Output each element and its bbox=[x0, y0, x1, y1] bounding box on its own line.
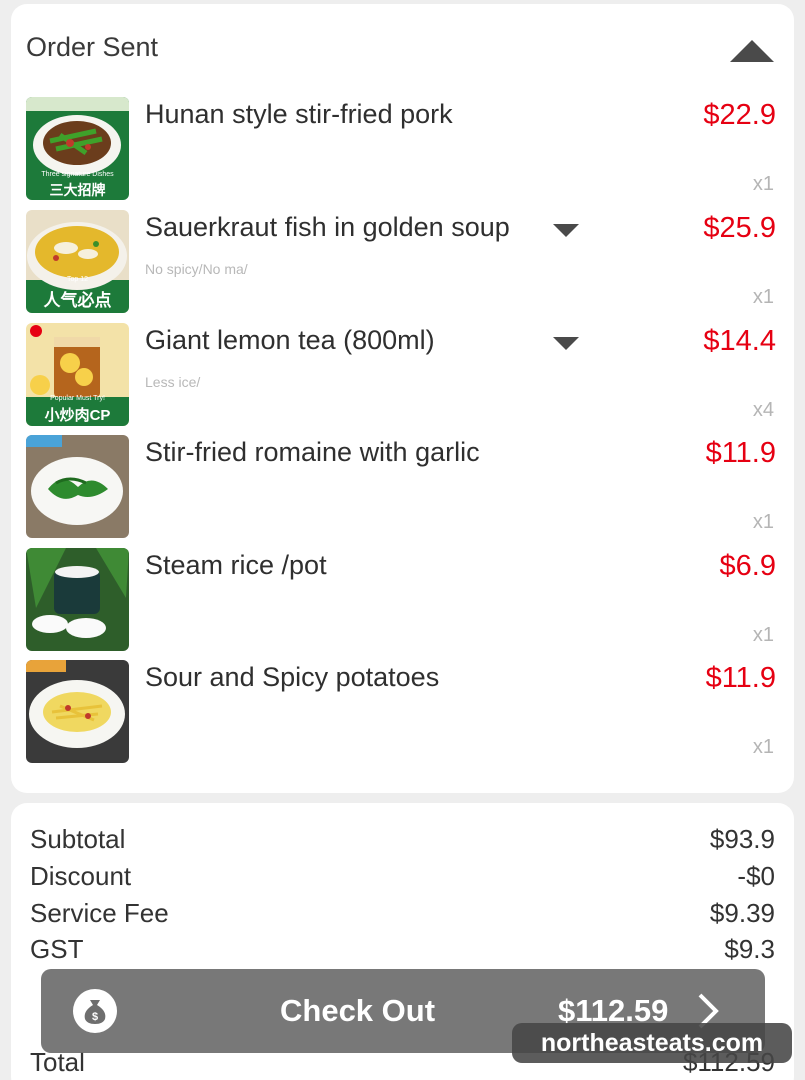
service-fee-row: Service Fee $9.39 bbox=[30, 898, 775, 934]
dish-photo bbox=[26, 660, 129, 763]
order-item: Three signature Dishes 三大招牌 Hunan style … bbox=[11, 97, 794, 209]
order-item: Popular Must Try! 小炒肉CP Giant lemon tea … bbox=[11, 323, 794, 435]
subtotal-value: $93.9 bbox=[709, 824, 775, 854]
item-quantity: x1 bbox=[752, 736, 774, 758]
thumb-label: 三大招牌 bbox=[49, 182, 106, 198]
item-name: Giant lemon tea (800ml) bbox=[145, 325, 435, 355]
item-price: $11.9 bbox=[705, 662, 776, 694]
item-options-note: Less ice/ bbox=[145, 374, 201, 390]
gst-row: GST $9.3 bbox=[30, 934, 775, 970]
item-name: Stir-fried romaine with garlic bbox=[145, 437, 480, 467]
thumb-label: 人气必点 bbox=[43, 291, 112, 310]
order-item: Steam rice /pot $6.9 x1 bbox=[11, 548, 794, 660]
discount-row: Discount -$0 bbox=[30, 861, 775, 897]
dish-photo: Three signature Dishes 三大招牌 bbox=[26, 97, 129, 200]
dish-photo bbox=[26, 435, 129, 538]
item-quantity: x1 bbox=[752, 286, 774, 308]
thumb-label: 小炒肉CP bbox=[44, 407, 111, 424]
discount-label: Discount bbox=[30, 861, 132, 891]
item-quantity: x1 bbox=[752, 624, 774, 646]
dish-photo: Popular Must Try! 小炒肉CP bbox=[26, 323, 129, 426]
order-item: Sour and Spicy potatoes $11.9 x1 bbox=[11, 660, 794, 772]
gst-value: $9.3 bbox=[724, 934, 775, 964]
item-quantity: x1 bbox=[752, 511, 774, 533]
item-options-note: No spicy/No ma/ bbox=[145, 261, 248, 277]
dish-photo bbox=[26, 548, 129, 651]
item-name: Steam rice /pot bbox=[145, 550, 327, 580]
order-card: Order Sent Three signature Dishes 三大招牌 H… bbox=[11, 4, 794, 793]
checkout-label: Check Out bbox=[280, 993, 436, 1028]
item-price: $11.9 bbox=[705, 437, 776, 469]
money-bag-icon: $ bbox=[73, 989, 117, 1033]
chevron-down-icon[interactable] bbox=[553, 224, 579, 238]
subtotal-row: Subtotal $93.9 bbox=[30, 824, 775, 860]
item-name: Hunan style stir-fried pork bbox=[145, 99, 453, 129]
service-fee-value: $9.39 bbox=[709, 898, 775, 928]
subtotal-label: Subtotal bbox=[30, 824, 126, 854]
item-name: Sour and Spicy potatoes bbox=[145, 662, 440, 692]
item-price: $25.9 bbox=[703, 212, 776, 244]
discount-value: -$0 bbox=[737, 861, 775, 891]
item-price: $22.9 bbox=[703, 99, 776, 131]
order-item: Stir-fried romaine with garlic $11.9 x1 bbox=[11, 435, 794, 547]
chevron-down-icon[interactable] bbox=[553, 337, 579, 351]
thumb-sublabel: Three signature Dishes bbox=[41, 171, 114, 178]
thumb-sublabel: Popular Must Try! bbox=[50, 395, 105, 402]
gst-label: GST bbox=[30, 934, 84, 964]
watermark: northeasteats.com bbox=[512, 1023, 792, 1063]
item-name: Sauerkraut fish in golden soup bbox=[145, 212, 510, 242]
item-price: $14.4 bbox=[703, 325, 776, 357]
collapse-icon[interactable] bbox=[730, 40, 774, 64]
order-title: Order Sent bbox=[26, 32, 159, 62]
thumb-sublabel: Top 12 bbox=[66, 276, 89, 283]
item-quantity: x1 bbox=[752, 173, 774, 195]
service-fee-label: Service Fee bbox=[30, 898, 169, 928]
svg-text:$: $ bbox=[92, 1011, 98, 1023]
item-price: $6.9 bbox=[719, 550, 776, 582]
dish-photo: Top 12 人气必点 bbox=[26, 210, 129, 313]
order-item: Top 12 人气必点 Sauerkraut fish in golden so… bbox=[11, 210, 794, 322]
item-quantity: x4 bbox=[752, 399, 774, 421]
